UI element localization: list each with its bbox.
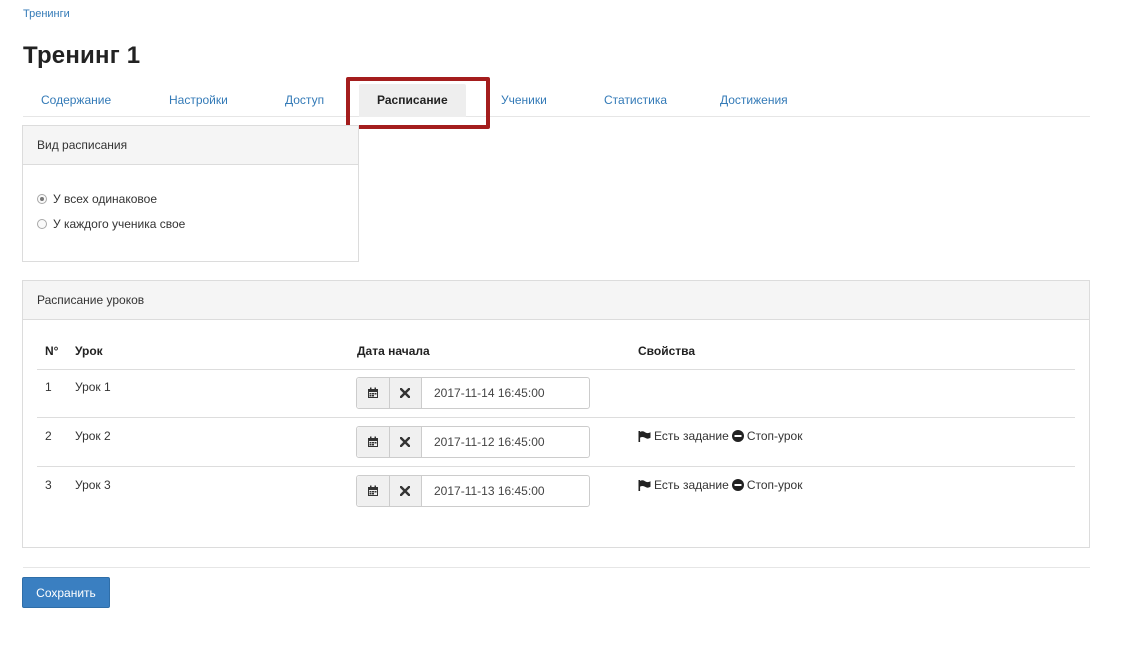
row-1-lesson: Урок 1 xyxy=(75,380,111,394)
row-3-number: 3 xyxy=(45,478,52,492)
radio-same-for-all[interactable] xyxy=(37,194,47,204)
stop-icon xyxy=(731,479,744,491)
row-2-number: 2 xyxy=(45,429,52,443)
radio-per-student-label: У каждого ученика свое xyxy=(53,217,186,231)
clear-icon[interactable] xyxy=(389,476,422,506)
row-2-start-date-input[interactable] xyxy=(422,427,589,457)
column-header-properties: Свойства xyxy=(638,344,696,358)
row-divider xyxy=(37,466,1075,467)
calendar-icon[interactable] xyxy=(357,476,390,506)
stop-lesson-label: Стоп-урок xyxy=(746,429,803,443)
lessons-schedule-heading: Расписание уроков xyxy=(23,281,1089,320)
row-2-properties: Есть задание Стоп-урок xyxy=(638,429,802,443)
radio-option-per-student[interactable]: У каждого ученика свое xyxy=(37,217,185,231)
row-3-lesson: Урок 3 xyxy=(75,478,111,492)
column-header-number: N° xyxy=(45,344,59,358)
column-header-lesson: Урок xyxy=(75,344,103,358)
active-tab-highlight-frame xyxy=(346,77,490,129)
page: Тренинги Тренинг 1 Содержание Настройки … xyxy=(0,0,1127,652)
stop-icon xyxy=(731,430,744,442)
radio-per-student[interactable] xyxy=(37,219,47,229)
row-1-number: 1 xyxy=(45,380,52,394)
flag-icon xyxy=(638,479,651,491)
lessons-schedule-panel: Расписание уроков N° Урок Дата начала Св… xyxy=(22,280,1090,548)
row-1-date-picker xyxy=(356,377,590,409)
clear-icon[interactable] xyxy=(389,378,422,408)
flag-icon xyxy=(638,430,651,442)
has-task-label: Есть задание xyxy=(654,478,729,492)
row-3-start-date-input[interactable] xyxy=(422,476,589,506)
breadcrumb-trainings[interactable]: Тренинги xyxy=(23,8,70,20)
row-1-start-date-input[interactable] xyxy=(422,378,589,408)
tab-achievements[interactable]: Достижения xyxy=(720,84,788,117)
save-button[interactable]: Сохранить xyxy=(22,577,110,608)
row-2-lesson: Урок 2 xyxy=(75,429,111,443)
calendar-icon[interactable] xyxy=(357,378,390,408)
row-3-properties: Есть задание Стоп-урок xyxy=(638,478,802,492)
row-3-date-picker xyxy=(356,475,590,507)
column-header-start-date: Дата начала xyxy=(357,344,430,358)
table-header-divider xyxy=(37,369,1075,370)
tab-bar: Содержание Настройки Доступ Расписание У… xyxy=(23,84,1090,117)
tab-content[interactable]: Содержание xyxy=(41,84,111,117)
row-2-date-picker xyxy=(356,426,590,458)
page-title: Тренинг 1 xyxy=(23,42,141,69)
radio-option-same-for-all[interactable]: У всех одинаковое xyxy=(37,192,157,206)
schedule-type-heading: Вид расписания xyxy=(23,126,358,165)
radio-same-for-all-label: У всех одинаковое xyxy=(53,192,158,206)
form-footer-divider xyxy=(23,567,1090,568)
row-divider xyxy=(37,417,1075,418)
tab-settings[interactable]: Настройки xyxy=(169,84,228,117)
calendar-icon[interactable] xyxy=(357,427,390,457)
tab-statistics[interactable]: Статистика xyxy=(604,84,667,117)
clear-icon[interactable] xyxy=(389,427,422,457)
stop-lesson-label: Стоп-урок xyxy=(746,478,803,492)
schedule-type-panel: Вид расписания У всех одинаковое У каждо… xyxy=(22,125,359,262)
has-task-label: Есть задание xyxy=(654,429,729,443)
tab-access[interactable]: Доступ xyxy=(285,84,324,117)
tab-students[interactable]: Ученики xyxy=(501,84,547,117)
